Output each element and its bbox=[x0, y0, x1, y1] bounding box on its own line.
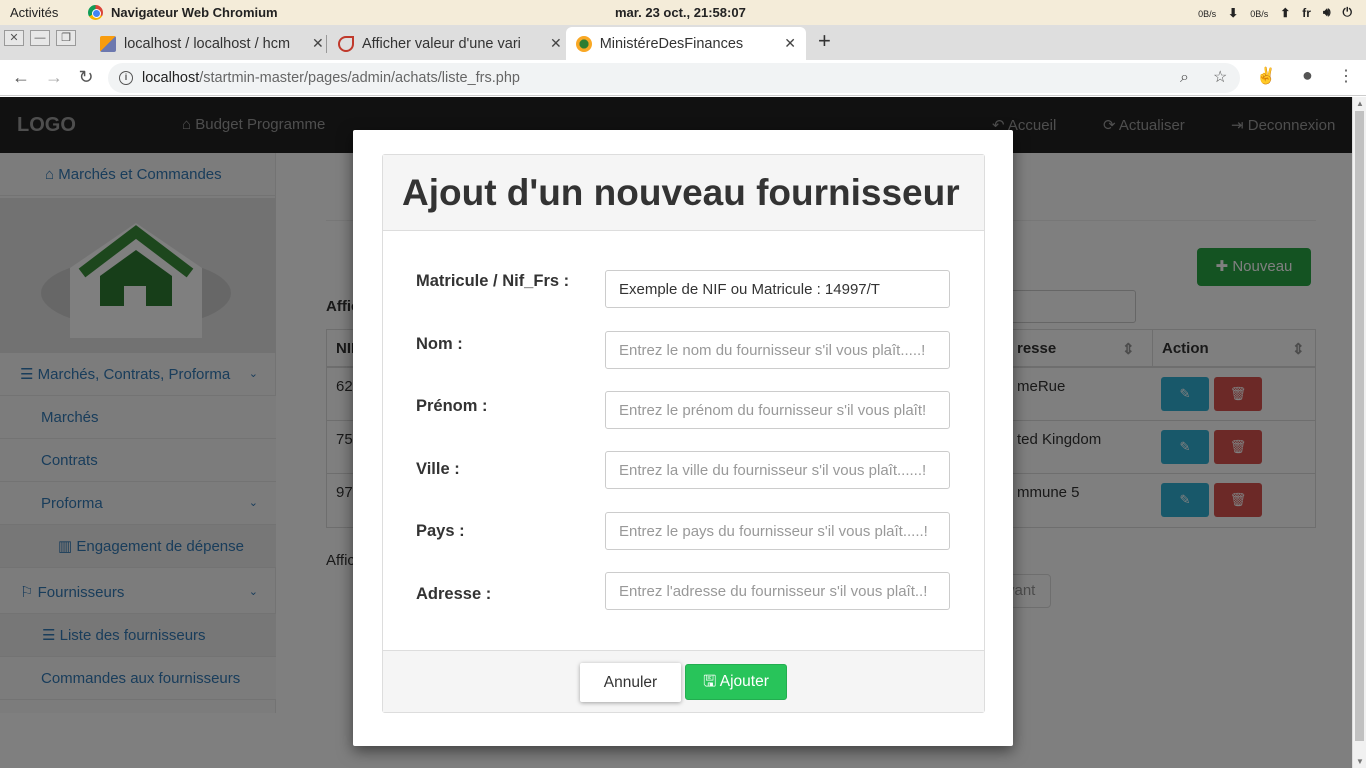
tab-divider bbox=[326, 35, 327, 53]
bookmark-star-icon[interactable]: ☆ bbox=[1213, 63, 1227, 93]
nom-field[interactable] bbox=[605, 331, 950, 369]
app-name: Navigateur Web Chromium bbox=[111, 5, 278, 20]
volume-icon[interactable]: 🔊︎ bbox=[1323, 5, 1331, 20]
tab-phpmyadmin[interactable]: localhost / localhost / hcm ✕ bbox=[90, 27, 334, 60]
close-window-icon[interactable]: ✕ bbox=[4, 30, 24, 46]
keyboard-layout[interactable]: fr bbox=[1302, 6, 1311, 20]
info-icon[interactable]: i bbox=[119, 71, 133, 85]
pays-label: Pays : bbox=[416, 522, 465, 540]
tab-title: Afficher valeur d'une vari bbox=[362, 35, 521, 52]
system-tray[interactable]: 0B/s ⬇ 0B/s ⬆ fr 🔊︎ ⏻ bbox=[1198, 5, 1352, 20]
maximize-window-icon[interactable]: ❐ bbox=[56, 30, 76, 46]
profile-icon[interactable]: ● bbox=[1302, 65, 1313, 86]
adresse-field[interactable] bbox=[605, 572, 950, 610]
add-button[interactable]: 🖫 Ajouter bbox=[685, 664, 787, 700]
add-supplier-modal: Ajout d'un nouveau fournisseur Matricule… bbox=[353, 130, 1013, 746]
scroll-up-icon[interactable]: ▲ bbox=[1356, 99, 1364, 108]
phpmyadmin-icon bbox=[100, 35, 116, 52]
modal-panel: Ajout d'un nouveau fournisseur Matricule… bbox=[382, 154, 985, 713]
nom-label: Nom : bbox=[416, 335, 463, 353]
app-menu[interactable]: Navigateur Web Chromium bbox=[88, 5, 278, 20]
activities-button[interactable]: Activités bbox=[10, 5, 58, 20]
tab-title: MinistéreDesFinances bbox=[599, 35, 744, 52]
download-arrow-icon: ⬇ bbox=[1228, 5, 1239, 20]
scroll-down-icon[interactable]: ▼ bbox=[1356, 757, 1364, 766]
cancel-button[interactable]: Annuler bbox=[580, 663, 681, 702]
chromium-icon bbox=[88, 5, 103, 20]
gnome-top-bar: Activités Navigateur Web Chromium mar. 2… bbox=[0, 0, 1366, 25]
forward-icon[interactable]: → bbox=[43, 67, 65, 88]
minimize-window-icon[interactable]: — bbox=[30, 30, 50, 46]
prenom-label: Prénom : bbox=[416, 397, 488, 415]
url-host: localhost bbox=[142, 70, 200, 86]
page-scrollbar[interactable]: ▲ ▼ bbox=[1352, 97, 1366, 768]
extension-icon[interactable]: ✌ bbox=[1256, 66, 1276, 86]
site-icon bbox=[576, 35, 592, 52]
net-down-value: 0B/s bbox=[1198, 8, 1217, 19]
save-icon: 🖫 bbox=[703, 672, 720, 690]
power-icon[interactable]: ⏻ bbox=[1343, 5, 1353, 20]
ville-label: Ville : bbox=[416, 460, 460, 478]
tab-afficher-valeur[interactable]: Afficher valeur d'une vari ✕ bbox=[328, 27, 572, 60]
close-tab-icon[interactable]: ✕ bbox=[784, 35, 796, 52]
clock[interactable]: mar. 23 oct., 21:58:07 bbox=[615, 5, 746, 20]
ville-field[interactable] bbox=[605, 451, 950, 489]
matricule-label: Matricule / Nif_Frs : bbox=[416, 272, 570, 290]
modal-header: Ajout d'un nouveau fournisseur bbox=[383, 155, 984, 231]
upload-arrow-icon: ⬆ bbox=[1280, 5, 1291, 20]
tab-title: localhost / localhost / hcm bbox=[124, 35, 291, 52]
close-tab-icon[interactable]: ✕ bbox=[312, 35, 324, 52]
menu-icon[interactable]: ⋮ bbox=[1338, 66, 1354, 86]
close-tab-icon[interactable]: ✕ bbox=[550, 35, 562, 52]
pays-field[interactable] bbox=[605, 512, 950, 550]
back-icon[interactable]: ← bbox=[10, 67, 32, 88]
tab-ministere[interactable]: MinistéreDesFinances ✕ bbox=[566, 27, 806, 60]
zoom-icon[interactable]: ⌕ bbox=[1180, 63, 1189, 93]
reload-icon[interactable]: ↻ bbox=[75, 67, 97, 88]
modal-footer: Annuler 🖫 Ajouter bbox=[383, 650, 984, 712]
modal-title: Ajout d'un nouveau fournisseur bbox=[402, 172, 960, 213]
site-icon bbox=[338, 35, 354, 52]
browser-toolbar: ← → ↻ i localhost/startmin-master/pages/… bbox=[0, 60, 1366, 96]
tab-strip: ✕ — ❐ localhost / localhost / hcm ✕ Affi… bbox=[0, 25, 1366, 60]
prenom-field[interactable] bbox=[605, 391, 950, 429]
address-bar[interactable]: i localhost/startmin-master/pages/admin/… bbox=[108, 63, 1240, 93]
url-path: /startmin-master/pages/admin/achats/list… bbox=[199, 70, 520, 86]
scrollbar-thumb[interactable] bbox=[1355, 111, 1364, 741]
adresse-label: Adresse : bbox=[416, 585, 492, 603]
matricule-field[interactable] bbox=[605, 270, 950, 308]
new-tab-icon[interactable]: + bbox=[818, 28, 831, 54]
net-up-value: 0B/s bbox=[1250, 8, 1269, 19]
